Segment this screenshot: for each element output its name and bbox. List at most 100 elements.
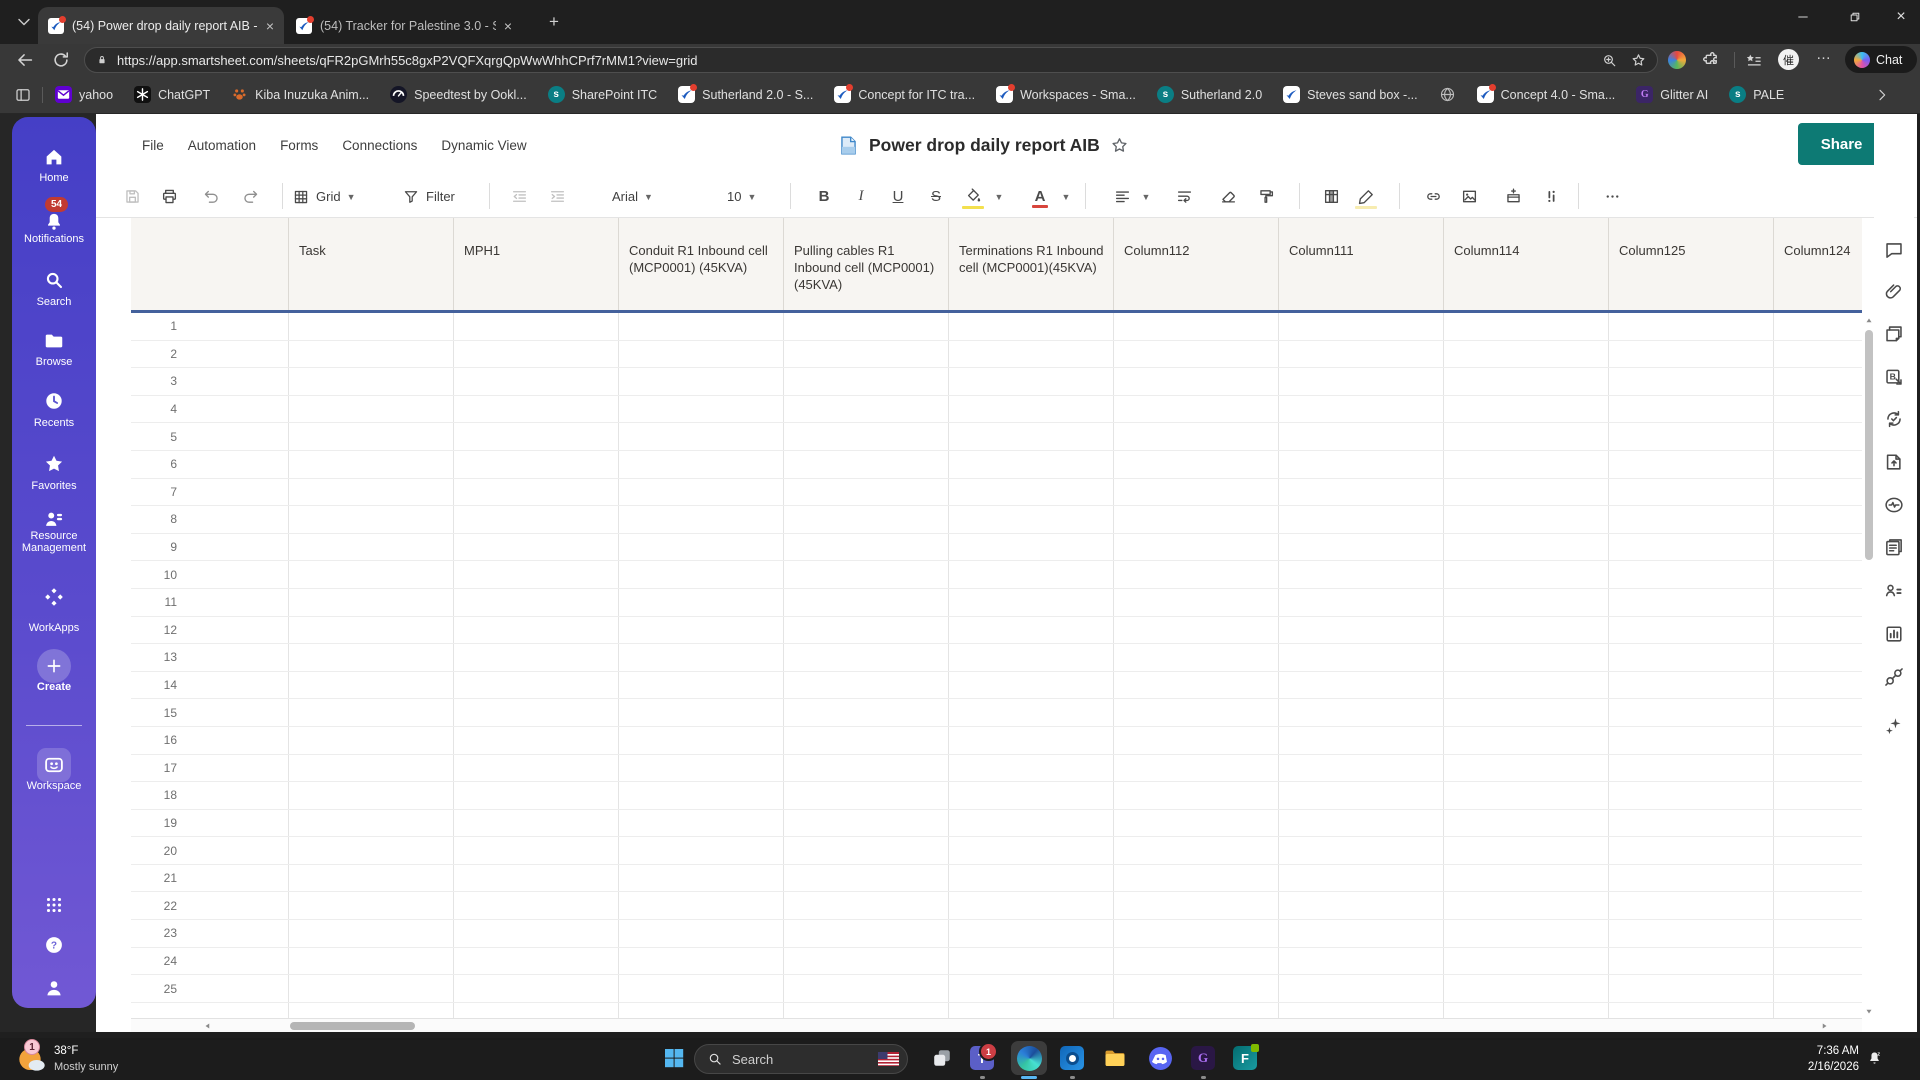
bookmark-item[interactable]: s PALE [1729, 86, 1784, 103]
row-number[interactable]: 23 [131, 920, 289, 947]
row-number[interactable]: 9 [131, 533, 289, 561]
row-number[interactable]: 12 [131, 616, 289, 644]
favorites-icon[interactable] [1744, 51, 1763, 70]
grid-cell[interactable] [1279, 368, 1444, 395]
bookmark-item[interactable]: Sutherland 2.0 - S... [678, 84, 813, 103]
grid-cell[interactable] [289, 368, 454, 395]
new-tab-button[interactable]: + [542, 10, 566, 34]
outlook-app-icon[interactable] [1058, 1044, 1086, 1072]
user-list-icon[interactable] [1883, 580, 1905, 602]
grid-cell[interactable] [1114, 699, 1279, 726]
vertical-scroll-thumb[interactable] [1865, 330, 1873, 560]
bookmark-item[interactable]: Steves sand box -... [1283, 86, 1418, 103]
grid-cell[interactable] [949, 368, 1114, 395]
row-number[interactable]: 16 [131, 726, 289, 754]
grid-cell[interactable] [949, 920, 1114, 947]
grid-cell[interactable] [1774, 782, 1862, 809]
grid-cell[interactable] [1609, 947, 1774, 975]
row-number[interactable] [131, 1002, 289, 1018]
grid-cell[interactable] [454, 892, 619, 920]
grid-cell[interactable] [1609, 726, 1774, 754]
grid-cell[interactable] [784, 809, 949, 837]
grid-cell[interactable] [454, 340, 619, 368]
teams-app-icon[interactable]: T1 [968, 1042, 998, 1072]
grid-cell[interactable] [1774, 837, 1862, 864]
grid-cell[interactable] [784, 837, 949, 864]
grid-cell[interactable] [619, 947, 784, 975]
grid-cell[interactable] [1444, 726, 1609, 754]
grid-cell[interactable] [454, 947, 619, 975]
redo-button[interactable] [235, 183, 265, 210]
grid-cell[interactable] [289, 533, 454, 561]
grid-cell[interactable] [949, 533, 1114, 561]
grid-cell[interactable] [1279, 892, 1444, 920]
horizontal-scroll-thumb[interactable] [290, 1022, 415, 1030]
grid-cell[interactable] [1114, 864, 1279, 892]
grid-cell[interactable] [289, 809, 454, 837]
create-button[interactable] [37, 649, 71, 683]
grid-cell[interactable] [1774, 1003, 1862, 1018]
grid-cell[interactable] [454, 726, 619, 754]
grid-cell[interactable] [1774, 644, 1862, 671]
grid-cell[interactable] [1609, 423, 1774, 450]
favorite-star-icon[interactable] [1110, 136, 1129, 155]
grid-cell[interactable] [784, 506, 949, 533]
grid-cell[interactable] [1609, 1002, 1774, 1018]
column-header[interactable]: Terminations R1 Inbound cell (MCP0001)(4… [949, 218, 1114, 310]
grid-cell[interactable] [949, 561, 1114, 588]
row-number[interactable]: 21 [131, 864, 289, 892]
column-header[interactable]: Column111 [1279, 218, 1444, 310]
grid-cell[interactable] [1114, 561, 1279, 588]
column-header[interactable]: Column114 [1444, 218, 1609, 310]
menu-item-dynamic-view[interactable]: Dynamic View [441, 138, 526, 153]
grid-cell[interactable] [949, 726, 1114, 754]
grid-cell[interactable] [949, 423, 1114, 450]
column-header[interactable]: Column125 [1609, 218, 1774, 310]
grid-cell[interactable] [454, 644, 619, 671]
profile-avatar[interactable]: 催 [1778, 49, 1799, 70]
grid-cell[interactable] [454, 837, 619, 864]
grid-cell[interactable] [1609, 533, 1774, 561]
grid-cell[interactable] [454, 533, 619, 561]
grid-cell[interactable] [1279, 644, 1444, 671]
grid-cell[interactable] [289, 616, 454, 644]
grid-cell[interactable] [1279, 947, 1444, 975]
bookmark-item[interactable]: yahoo [55, 86, 113, 103]
grid-cell[interactable] [949, 450, 1114, 478]
grid-cell[interactable] [1114, 313, 1279, 340]
extension-icon[interactable] [1668, 51, 1686, 69]
task-view-button[interactable] [928, 1044, 956, 1072]
start-button[interactable] [660, 1044, 688, 1072]
grid-cell[interactable] [619, 561, 784, 588]
grid-cell[interactable] [1774, 506, 1862, 533]
grid-cell[interactable] [784, 313, 949, 340]
grid-cell[interactable] [1444, 478, 1609, 506]
grid-cell[interactable] [949, 975, 1114, 1002]
grid-cell[interactable] [949, 809, 1114, 837]
horizontal-scrollbar[interactable] [131, 1018, 1862, 1032]
grid-cell[interactable] [1774, 368, 1862, 395]
file-explorer-app-icon[interactable] [1101, 1044, 1129, 1072]
grid-cell[interactable] [454, 561, 619, 588]
discord-app-icon[interactable] [1146, 1044, 1174, 1072]
grid-cell[interactable] [454, 754, 619, 782]
row-number[interactable]: 18 [131, 782, 289, 809]
row-number[interactable]: 20 [131, 837, 289, 864]
grid-cell[interactable] [1114, 837, 1279, 864]
extensions-icon[interactable] [1702, 51, 1721, 70]
grid-cell[interactable] [784, 644, 949, 671]
url-input[interactable]: https://app.smartsheet.com/sheets/qFR2pG… [84, 47, 1658, 73]
grid-cell[interactable] [1609, 699, 1774, 726]
grid-cell[interactable] [1609, 478, 1774, 506]
grid-cell[interactable] [949, 892, 1114, 920]
grid-cell[interactable] [1774, 810, 1862, 837]
bookmark-item[interactable]: ChatGPT [134, 86, 210, 103]
grid-cell[interactable] [1774, 755, 1862, 782]
grid-cell[interactable] [1774, 313, 1862, 340]
row-number[interactable]: 3 [131, 368, 289, 395]
grid-cell[interactable] [1444, 395, 1609, 423]
grid-cell[interactable] [1444, 616, 1609, 644]
taskbar-search-input[interactable]: Search [694, 1044, 908, 1074]
grid-cell[interactable] [1609, 644, 1774, 671]
update-requests-icon[interactable] [1883, 408, 1905, 430]
